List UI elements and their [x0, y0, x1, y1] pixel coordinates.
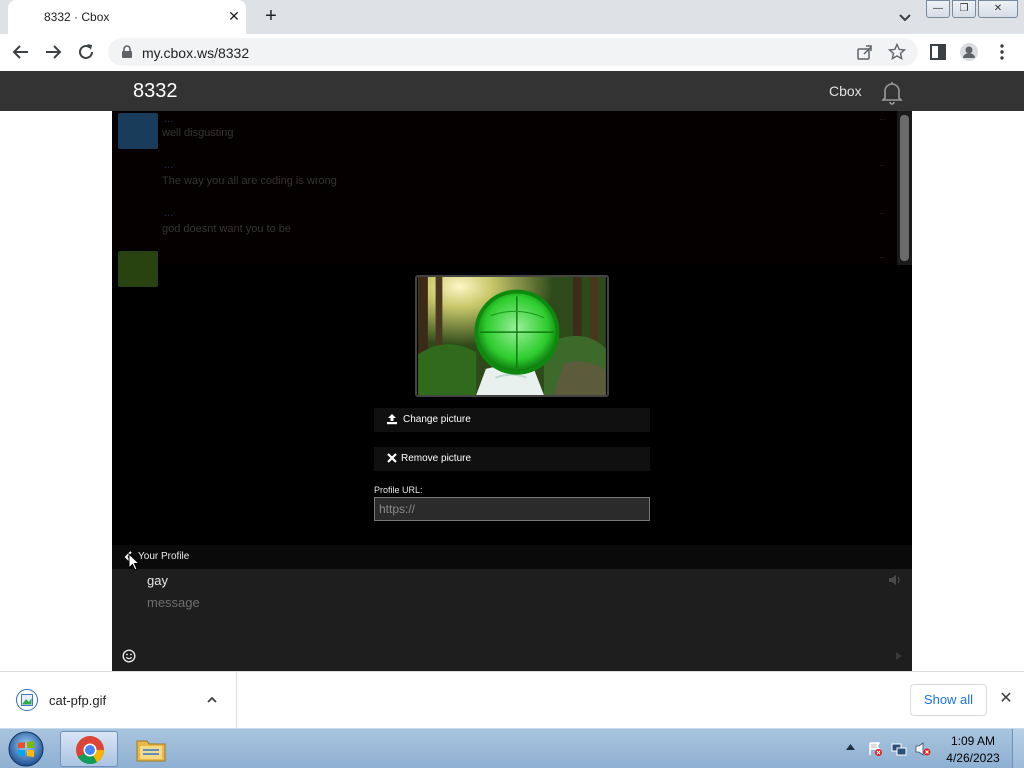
- back-arrow-icon[interactable]: [10, 41, 32, 63]
- clock-date[interactable]: 4/26/2023: [940, 751, 1006, 765]
- window-controls: — ❐ ✕: [926, 0, 1020, 18]
- minimize-button[interactable]: —: [926, 0, 950, 18]
- mouse-cursor-icon: [128, 553, 140, 571]
- browser-toolbar: my.cbox.ws/8332: [0, 34, 1024, 71]
- remove-picture-label: Remove picture: [401, 453, 472, 464]
- message-time: ...: [879, 251, 886, 260]
- change-picture-button[interactable]: Change picture: [374, 408, 650, 432]
- tab-close-icon[interactable]: ✕: [225, 7, 243, 25]
- profile-url-label: Profile URL:: [374, 485, 423, 495]
- profile-avatar-icon[interactable]: [959, 42, 979, 62]
- chat-box: ... well disgusting ... ... The way you …: [112, 111, 912, 671]
- site-title: 8332: [133, 80, 178, 102]
- taskbar-chrome-button[interactable]: [60, 731, 118, 767]
- action-center-icon[interactable]: [867, 741, 883, 757]
- tab-search-chevron-icon[interactable]: [894, 6, 916, 28]
- message-time: ...: [879, 113, 886, 122]
- panel-title: Your Profile: [138, 551, 190, 562]
- image-file-icon: [16, 689, 38, 711]
- chat-scrollbar[interactable]: [897, 111, 912, 265]
- download-item[interactable]: cat-pfp.gif: [0, 672, 237, 728]
- maximize-button[interactable]: ❐: [952, 0, 976, 18]
- message-time: ...: [879, 159, 886, 168]
- change-picture-label: Change picture: [403, 414, 471, 425]
- chevron-up-icon[interactable]: [205, 693, 219, 707]
- message-text: The way you all are coding is wrong: [162, 175, 337, 187]
- cbox-link[interactable]: Cbox: [829, 83, 862, 99]
- message-composer: gay message: [112, 569, 912, 671]
- share-icon[interactable]: [856, 43, 874, 61]
- message-list: ... well disgusting ... ... The way you …: [112, 111, 912, 287]
- avatar: [118, 251, 158, 287]
- show-hidden-icons-icon[interactable]: [846, 744, 855, 750]
- profile-url-input[interactable]: [374, 497, 650, 521]
- windows-start-icon[interactable]: [6, 730, 46, 768]
- url-text: my.cbox.ws/8332: [142, 45, 250, 61]
- bookmark-star-icon[interactable]: [888, 43, 906, 61]
- message-author[interactable]: ...: [164, 113, 173, 125]
- reload-icon[interactable]: [75, 41, 97, 63]
- sound-icon[interactable]: [888, 574, 902, 586]
- name-field[interactable]: gay: [147, 573, 168, 588]
- windows-taskbar: 1:09 AM 4/26/2023: [0, 728, 1024, 768]
- avatar: [118, 113, 158, 149]
- emoji-icon[interactable]: [122, 649, 136, 663]
- taskbar-explorer-button[interactable]: [122, 731, 180, 767]
- browser-tab-strip: 8332 · Cbox ✕ + — ❐ ✕: [0, 0, 1024, 34]
- download-file-name: cat-pfp.gif: [49, 693, 107, 708]
- new-tab-button[interactable]: +: [259, 5, 283, 29]
- show-desktop-button[interactable]: [1012, 729, 1024, 768]
- message-author[interactable]: ...: [164, 159, 173, 171]
- message-text: god doesnt want you to be: [162, 223, 292, 235]
- chrome-icon: [76, 736, 105, 765]
- close-icon: [387, 453, 397, 463]
- bell-icon[interactable]: [879, 79, 905, 105]
- upload-icon: [387, 414, 397, 425]
- forward-arrow-icon[interactable]: [42, 41, 64, 63]
- clock-time[interactable]: 1:09 AM: [946, 734, 1000, 748]
- more-menu-icon[interactable]: [992, 42, 1012, 62]
- send-arrow-icon[interactable]: [895, 651, 903, 661]
- browser-tab[interactable]: 8332 · Cbox ✕: [8, 0, 246, 34]
- address-bar[interactable]: my.cbox.ws/8332: [108, 38, 918, 66]
- volume-muted-icon[interactable]: [915, 741, 931, 757]
- side-panel-icon[interactable]: [928, 42, 948, 62]
- remove-picture-button[interactable]: Remove picture: [374, 447, 650, 471]
- close-window-button[interactable]: ✕: [978, 0, 1018, 18]
- tab-title: 8332 · Cbox: [44, 10, 110, 24]
- lock-icon: [122, 45, 132, 58]
- folder-icon: [136, 740, 166, 762]
- message-text: well disgusting: [162, 127, 234, 139]
- profile-picture: [415, 275, 609, 397]
- download-shelf: cat-pfp.gif Show all ✕: [0, 671, 1024, 728]
- message-author[interactable]: ...: [164, 207, 173, 219]
- message-time: ...: [879, 207, 886, 216]
- site-header: 8332 Cbox: [0, 71, 1024, 111]
- profile-panel-header: Your Profile: [112, 545, 912, 569]
- message-input[interactable]: message: [147, 595, 200, 610]
- close-downloads-icon[interactable]: ✕: [997, 690, 1015, 708]
- show-all-button[interactable]: Show all: [910, 684, 987, 716]
- scrollbar-thumb[interactable]: [900, 115, 909, 261]
- network-icon[interactable]: [891, 741, 907, 757]
